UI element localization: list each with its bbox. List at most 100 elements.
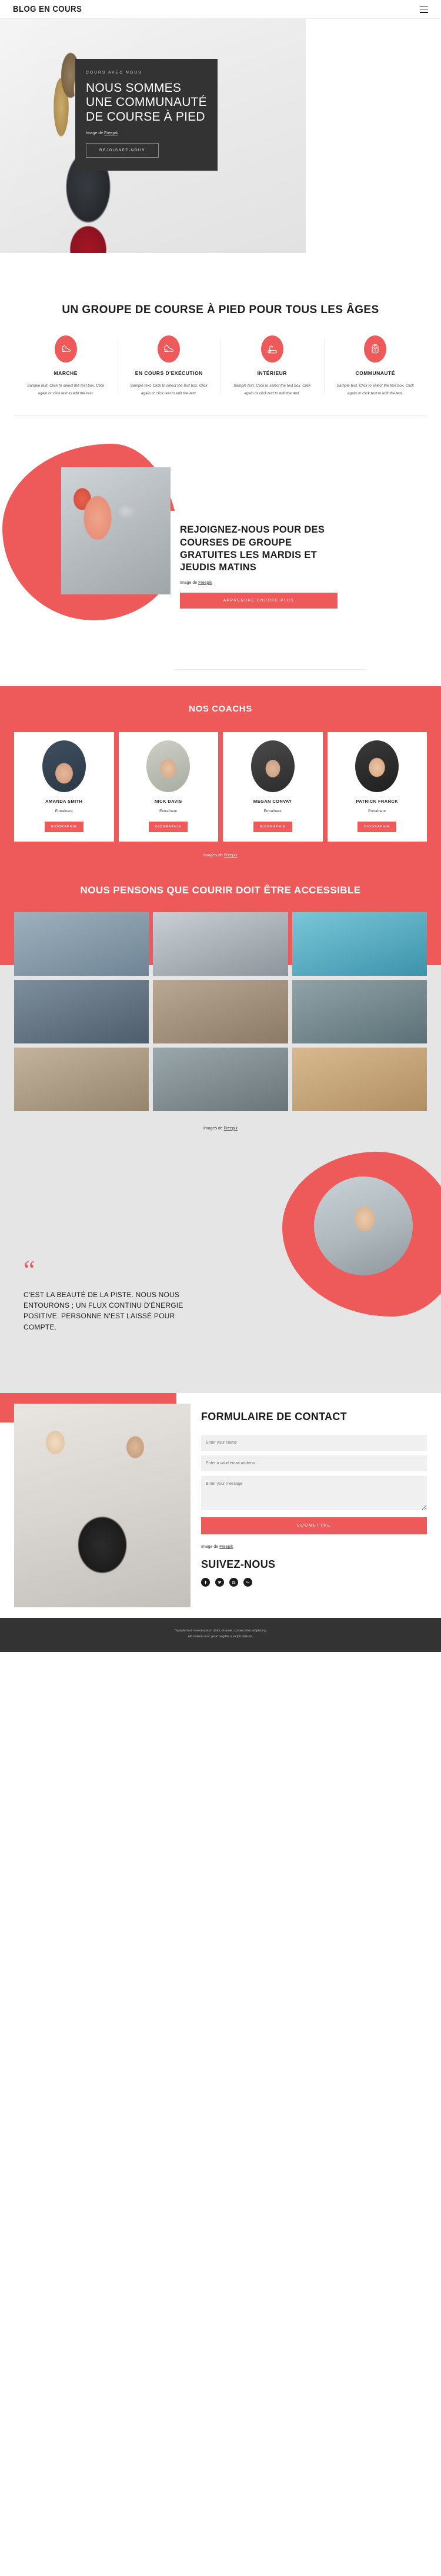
gallery-image-credit: Images de Freepik (0, 1126, 441, 1131)
feature-card: MARCHE Sample text. Click to select the … (14, 335, 118, 397)
watch-heart-icon (364, 335, 387, 363)
google-plus-icon[interactable] (243, 1578, 252, 1587)
quote-text: C'EST LA BEAUTÉ DE LA PISTE. NOUS NOUS E… (24, 1290, 183, 1331)
join-card: REJOIGNEZ-NOUS POUR DES COURSES DE GROUP… (171, 511, 347, 620)
credit-prefix: Images de (203, 853, 224, 858)
hero-join-button[interactable]: REJOIGNEZ-NOUS (86, 143, 159, 158)
coach-name: NICK DAVIS (154, 799, 182, 805)
feature-card: EN COURS D'EXÉCUTION Sample text. Click … (117, 335, 221, 397)
gallery-image[interactable] (153, 979, 288, 1043)
contact-title: FORMULAIRE DE CONTACT (201, 1410, 347, 1422)
avatar (250, 740, 295, 793)
credit-link[interactable]: Freepik (104, 131, 118, 135)
coach-card: PATRICK FRANCK Entraîneur BIOGRAPHIE (327, 732, 427, 842)
site-footer: Sample text. Lorem ipsum dolor sit amet,… (0, 1617, 441, 1652)
coaches-section: NOS COACHS AMANDA SMITH Entraîneur BIOGR… (0, 686, 441, 872)
contact-section: FORMULAIRE DE CONTACT SOUMETTRE Image de… (0, 1392, 441, 1618)
credit-prefix: Image de (86, 131, 105, 136)
gallery-title: NOUS PENSONS QUE COURIR DOIT ÊTRE ACCESS… (80, 885, 361, 896)
credit-link[interactable]: Freepik (219, 1545, 233, 1549)
learn-more-button[interactable]: APPRENDRE ENCORE PLUS (180, 592, 338, 609)
shoe-run-icon (158, 335, 181, 363)
contact-image-runners (14, 1403, 191, 1607)
coach-name: MEGAN CONVAY (253, 799, 292, 805)
coach-role: Entraîneur (159, 809, 178, 814)
quote-image-runner (314, 1176, 413, 1275)
coach-name: AMANDA SMITH (45, 799, 83, 805)
hero-title: NOUS SOMMES UNE COMMUNAUTÉ DE COURSE À P… (86, 81, 207, 124)
hero-kicker: COURS AVEC NOUS (86, 71, 142, 75)
hero-card: COURS AVEC NOUS NOUS SOMMES UNE COMMUNAU… (75, 59, 218, 171)
coach-bio-button[interactable]: BIOGRAPHIE (253, 822, 292, 833)
gallery-image[interactable] (153, 1047, 288, 1111)
credit-link[interactable]: Freepik (198, 581, 212, 585)
gallery-grid (0, 912, 441, 1111)
feature-text: Sample text. Click to select the text bo… (233, 384, 311, 396)
facebook-icon[interactable] (201, 1578, 210, 1587)
gallery-image[interactable] (292, 912, 427, 976)
gallery-image[interactable] (292, 979, 427, 1043)
coach-name: PATRICK FRANCK (356, 799, 399, 805)
feature-card: INTÉRIEUR Sample text. Click to select t… (220, 335, 324, 397)
coach-card: NICK DAVIS Entraîneur BIOGRAPHIE (118, 732, 218, 842)
gallery-section: NOUS PENSONS QUE COURIR DOIT ÊTRE ACCESS… (0, 872, 441, 1146)
credit-link[interactable]: Freepik (224, 853, 238, 857)
features-section: UN GROUPE DE COURSE À PIED POUR TOUS LES… (0, 284, 441, 434)
join-image-runner-phone (61, 467, 171, 595)
coach-role: Entraîneur (368, 809, 386, 814)
hero-image-credit: Image de Freepik (86, 131, 207, 135)
coach-role: Entraîneur (263, 809, 282, 814)
coach-role: Entraîneur (55, 809, 73, 814)
section-divider (14, 415, 427, 416)
section-divider (175, 669, 366, 670)
features-grid: MARCHE Sample text. Click to select the … (14, 335, 427, 397)
coach-bio-button[interactable]: BIOGRAPHIE (44, 822, 83, 833)
footer-line-2: elit nullam nunc justo sagittis suscipit… (188, 1634, 253, 1638)
gallery-image[interactable] (153, 912, 288, 976)
features-title: UN GROUPE DE COURSE À PIED POUR TOUS LES… (62, 304, 379, 316)
credit-prefix: Image de (180, 580, 199, 585)
gallery-credit-row: Images de Freepik (0, 1111, 441, 1146)
instagram-icon[interactable] (229, 1578, 238, 1587)
hamburger-icon[interactable] (420, 5, 428, 13)
coach-card: AMANDA SMITH Entraîneur BIOGRAPHIE (14, 732, 114, 842)
coach-card: MEGAN CONVAY Entraîneur BIOGRAPHIE (223, 732, 323, 842)
feature-name: EN COURS D'EXÉCUTION (135, 370, 203, 377)
join-image-credit: Image de Freepik (180, 581, 338, 585)
email-field[interactable] (201, 1455, 427, 1472)
contact-image-credit: Image de Freepik (201, 1545, 427, 1549)
shoe-walk-icon (54, 335, 77, 363)
gallery-image[interactable] (292, 1047, 427, 1111)
coach-bio-button[interactable]: BIOGRAPHIE (149, 822, 188, 833)
coaches-image-credit: Images de Freepik (14, 853, 427, 857)
gallery-image[interactable] (14, 1047, 149, 1111)
gallery-image[interactable] (14, 912, 149, 976)
coaches-title: NOS COACHS (189, 704, 252, 714)
coaches-grid: AMANDA SMITH Entraîneur BIOGRAPHIE NICK … (14, 732, 427, 842)
follow-us-title: SUIVEZ-NOUS (201, 1558, 276, 1571)
avatar (42, 740, 86, 793)
credit-link[interactable]: Freepik (224, 1126, 238, 1131)
twitter-icon[interactable] (215, 1578, 224, 1587)
join-title: REJOIGNEZ-NOUS POUR DES COURSES DE GROUP… (180, 524, 325, 573)
site-brand[interactable]: BLOG EN COURS (13, 4, 82, 14)
footer-line-1: Sample text. Lorem ipsum dolor sit amet,… (175, 1628, 266, 1633)
feature-text: Sample text. Click to select the text bo… (130, 384, 208, 396)
hero-section: COURS AVEC NOUS NOUS SOMMES UNE COMMUNAU… (0, 19, 441, 284)
contact-form-column: FORMULAIRE DE CONTACT SOUMETTRE Image de… (191, 1411, 427, 1607)
feature-name: COMMUNAUTÉ (355, 370, 395, 377)
submit-button[interactable]: SOUMETTRE (201, 1517, 427, 1535)
quote-section: “ C'EST LA BEAUTÉ DE LA PISTE. NOUS NOUS… (0, 1145, 441, 1393)
credit-prefix: Images de (203, 1126, 224, 1131)
site-header: BLOG EN COURS (0, 0, 441, 19)
feature-name: INTÉRIEUR (257, 370, 287, 377)
feature-text: Sample text. Click to select the text bo… (336, 384, 414, 396)
gallery-image[interactable] (14, 979, 149, 1043)
feature-text: Sample text. Click to select the text bo… (27, 384, 105, 396)
social-links (201, 1578, 427, 1587)
coach-bio-button[interactable]: BIOGRAPHIE (358, 822, 397, 833)
message-field[interactable] (201, 1476, 427, 1511)
join-section: REJOIGNEZ-NOUS POUR DES COURSES DE GROUP… (0, 433, 441, 687)
name-field[interactable] (201, 1435, 427, 1451)
credit-prefix: Image de (201, 1545, 220, 1550)
